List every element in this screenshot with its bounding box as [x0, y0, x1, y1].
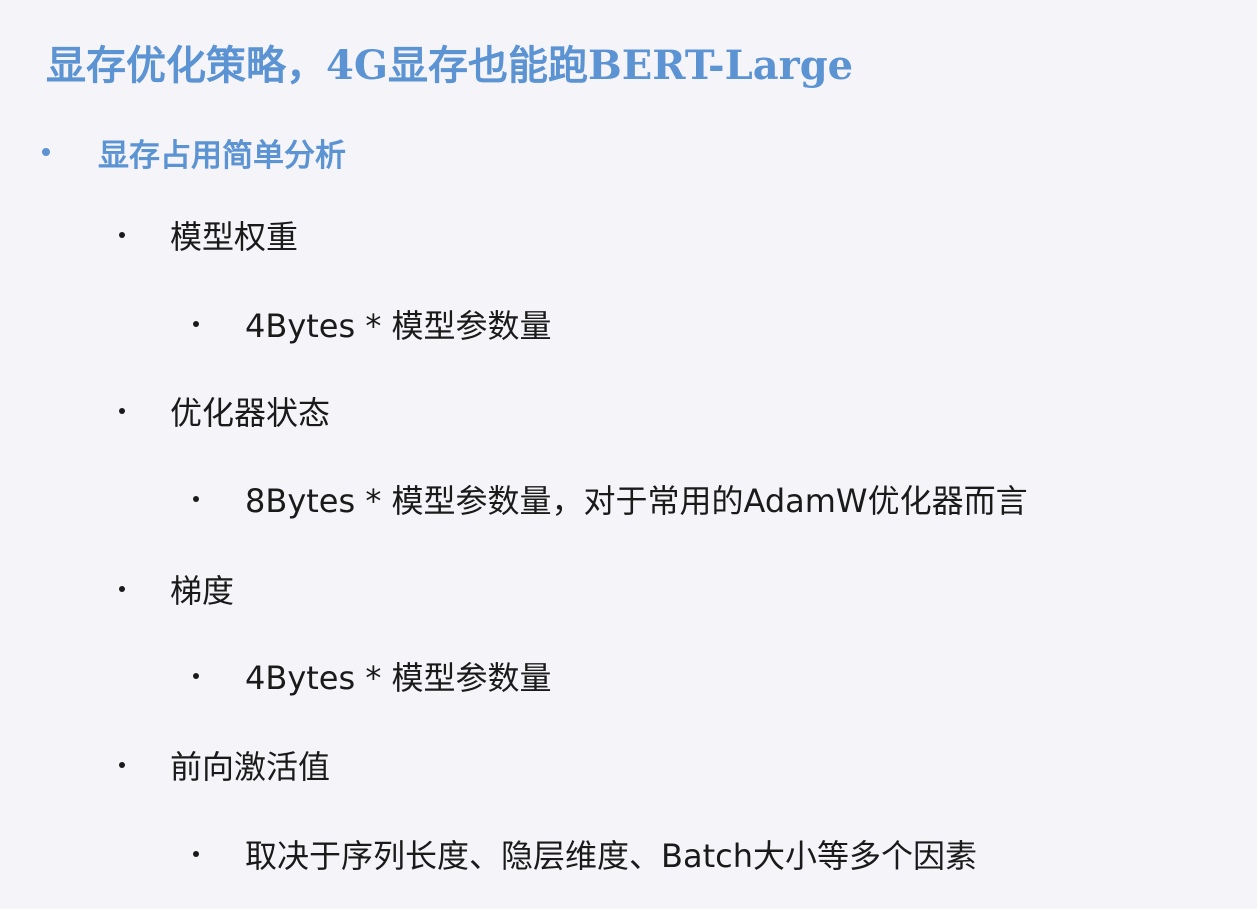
bullet-dot-icon: [119, 408, 125, 414]
bullet-text: 4Bytes * 模型参数量: [245, 307, 552, 345]
bullet-text: 显存占用简单分析: [98, 137, 346, 174]
bullet-text: 取决于序列长度、隐层维度、Batch大小等多个因素: [245, 837, 977, 875]
bullet-dot-icon: [119, 232, 125, 238]
bullet-item-level2: 模型权重: [119, 210, 298, 260]
bullet-text: 梯度: [170, 572, 235, 610]
bullet-dot-icon: [42, 148, 50, 156]
bullet-item-level1: 显存占用简单分析: [42, 127, 346, 177]
bullet-item-level3: 8Bytes * 模型参数量，对于常用的AdamW优化器而言: [193, 474, 1028, 524]
bullet-item-level2: 前向激活值: [119, 740, 330, 790]
bullet-text: 优化器状态: [170, 394, 331, 432]
bullet-item-level2: 优化器状态: [119, 386, 330, 436]
bullet-dot-icon: [193, 673, 199, 679]
bullet-text: 前向激活值: [170, 748, 331, 786]
bullet-dot-icon: [119, 762, 125, 768]
bullet-dot-icon: [193, 851, 199, 857]
bullet-text: 4Bytes * 模型参数量: [245, 659, 552, 697]
bullet-item-level3: 取决于序列长度、隐层维度、Batch大小等多个因素: [193, 829, 977, 879]
bullet-item-level3: 4Bytes * 模型参数量: [193, 299, 552, 349]
slide: 显存优化策略，4G显存也能跑BERT-Large 显存占用简单分析 模型权重 4…: [0, 0, 1257, 909]
slide-title: 显存优化策略，4G显存也能跑BERT-Large: [46, 42, 854, 89]
bullet-text: 模型权重: [170, 218, 299, 256]
bullet-dot-icon: [193, 321, 199, 327]
bullet-item-level2: 梯度: [119, 564, 234, 614]
bullet-dot-icon: [193, 496, 199, 502]
bullet-item-level3: 4Bytes * 模型参数量: [193, 651, 552, 701]
bullet-text: 8Bytes * 模型参数量，对于常用的AdamW优化器而言: [245, 482, 1028, 520]
bullet-dot-icon: [119, 586, 125, 592]
